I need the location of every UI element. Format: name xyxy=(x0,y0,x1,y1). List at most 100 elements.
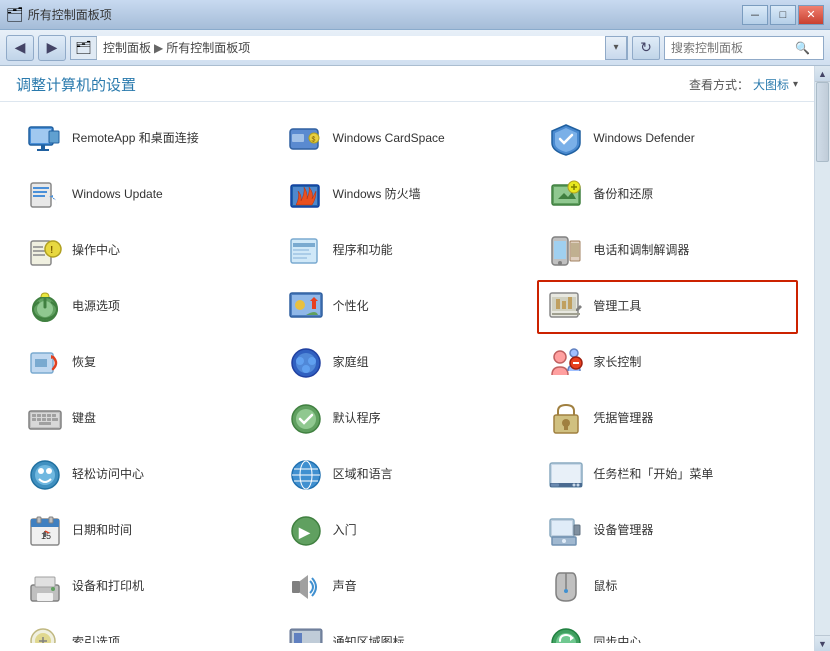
icon-item-keyboard[interactable]: 键盘 xyxy=(16,392,277,446)
scroll-up-button[interactable]: ▲ xyxy=(815,66,830,82)
notification-area-icon xyxy=(287,624,325,643)
icon-item-backup-restore[interactable]: 备份和还原 xyxy=(537,168,798,222)
personalization-label: 个性化 xyxy=(333,299,369,315)
keyboard-icon xyxy=(26,400,64,438)
icon-item-device-manager[interactable]: 设备管理器 xyxy=(537,504,798,558)
page-title: 调整计算机的设置 xyxy=(16,74,136,95)
icon-item-sync-center[interactable]: 同步中心 xyxy=(537,616,798,643)
close-button[interactable]: ✕ xyxy=(798,5,824,25)
scroll-down-button[interactable]: ▼ xyxy=(815,635,830,651)
windows-update-icon xyxy=(26,176,64,214)
icon-item-mouse[interactable]: 鼠标 xyxy=(537,560,798,614)
breadcrumb: 控制面板 ▶ 所有控制面板项 xyxy=(97,36,605,60)
devices-printers-label: 设备和打印机 xyxy=(72,579,144,595)
windows-cardspace-label: Windows CardSpace xyxy=(333,131,445,147)
indexing-options-icon xyxy=(26,624,64,643)
icon-item-taskbar-start[interactable]: 任务栏和「开始」菜单 xyxy=(537,448,798,502)
title-bar-controls: － □ ✕ xyxy=(742,5,824,25)
icon-item-indexing-options[interactable]: 索引选项 xyxy=(16,616,277,643)
windows-firewall-icon xyxy=(287,176,325,214)
main-content: 调整计算机的设置 查看方式： 大图标 ▾ RemoteApp 和桌面连接 $ Win… xyxy=(0,66,830,651)
homegroup-label: 家庭组 xyxy=(333,355,369,371)
icon-item-sound[interactable]: 声音 xyxy=(277,560,538,614)
address-dropdown[interactable]: ▾ xyxy=(605,36,627,60)
scrollbar: ▲ ▼ xyxy=(814,66,830,651)
recovery-icon xyxy=(26,344,64,382)
device-manager-icon xyxy=(547,512,585,550)
title-bar-icon: 🗂 xyxy=(6,6,24,23)
icon-item-getting-started[interactable]: ▶ 入门 xyxy=(277,504,538,558)
icon-item-default-programs[interactable]: 默认程序 xyxy=(277,392,538,446)
windows-firewall-label: Windows 防火墙 xyxy=(333,187,421,203)
backup-restore-label: 备份和还原 xyxy=(593,187,653,203)
icon-item-remote-app[interactable]: RemoteApp 和桌面连接 xyxy=(16,112,277,166)
windows-defender-label: Windows Defender xyxy=(593,131,694,147)
icons-grid: RemoteApp 和桌面连接 $ Windows CardSpace Windows… xyxy=(0,102,814,643)
icon-item-credential-manager[interactable]: 凭据管理器 xyxy=(537,392,798,446)
content-header: 调整计算机的设置 查看方式： 大图标 ▾ xyxy=(0,66,814,102)
back-button[interactable]: ◀ xyxy=(6,35,34,61)
icon-item-region-language[interactable]: 区域和语言 xyxy=(277,448,538,502)
taskbar-start-icon xyxy=(547,456,585,494)
title-bar-label: 所有控制面板项 xyxy=(28,6,112,23)
parental-controls-label: 家长控制 xyxy=(593,355,641,371)
power-options-icon xyxy=(26,288,64,326)
icon-item-programs-features[interactable]: 程序和功能 xyxy=(277,224,538,278)
ease-access-label: 轻松访问中心 xyxy=(72,467,144,483)
icon-item-phone-modem[interactable]: 电话和调制解调器 xyxy=(537,224,798,278)
icon-item-ease-access[interactable]: 轻松访问中心 xyxy=(16,448,277,502)
forward-button[interactable]: ▶ xyxy=(38,35,66,61)
search-input[interactable] xyxy=(671,41,791,55)
icon-item-windows-firewall[interactable]: Windows 防火墙 xyxy=(277,168,538,222)
svg-text:15: 15 xyxy=(41,531,51,541)
refresh-button[interactable]: ↻ xyxy=(632,36,660,60)
keyboard-label: 键盘 xyxy=(72,411,96,427)
icon-item-admin-tools[interactable]: 管理工具 xyxy=(537,280,798,334)
scroll-thumb[interactable] xyxy=(816,82,829,162)
icon-item-windows-defender[interactable]: Windows Defender xyxy=(537,112,798,166)
svg-text:$: $ xyxy=(311,137,315,144)
minimize-button[interactable]: － xyxy=(742,5,768,25)
admin-tools-label: 管理工具 xyxy=(593,299,641,315)
remote-app-label: RemoteApp 和桌面连接 xyxy=(72,131,199,147)
getting-started-label: 入门 xyxy=(333,523,357,539)
phone-modem-icon xyxy=(547,232,585,270)
recovery-label: 恢复 xyxy=(72,355,96,371)
icon-item-homegroup[interactable]: 家庭组 xyxy=(277,336,538,390)
icon-item-parental-controls[interactable]: 家长控制 xyxy=(537,336,798,390)
icon-item-power-options[interactable]: 电源选项 xyxy=(16,280,277,334)
icon-item-date-time[interactable]: 15日期和时间 xyxy=(16,504,277,558)
svg-text:!: ! xyxy=(50,245,53,256)
content-area: 调整计算机的设置 查看方式： 大图标 ▾ RemoteApp 和桌面连接 $ Win… xyxy=(0,66,814,651)
backup-restore-icon xyxy=(547,176,585,214)
default-programs-label: 默认程序 xyxy=(333,411,381,427)
icon-item-notification-area[interactable]: 通知区域图标 xyxy=(277,616,538,643)
windows-cardspace-icon: $ xyxy=(287,120,325,158)
sync-center-icon xyxy=(547,624,585,643)
ease-access-icon xyxy=(26,456,64,494)
sound-icon xyxy=(287,568,325,606)
remote-app-icon xyxy=(26,120,64,158)
icon-item-action-center[interactable]: ! 操作中心 xyxy=(16,224,277,278)
title-bar: 🗂 所有控制面板项 － □ ✕ xyxy=(0,0,830,30)
search-box: 🔍 xyxy=(664,36,824,60)
action-center-label: 操作中心 xyxy=(72,243,120,259)
action-center-icon: ! xyxy=(26,232,64,270)
maximize-button[interactable]: □ xyxy=(770,5,796,25)
icon-item-windows-update[interactable]: Windows Update xyxy=(16,168,277,222)
region-language-label: 区域和语言 xyxy=(333,467,393,483)
sound-label: 声音 xyxy=(333,579,357,595)
mouse-icon xyxy=(547,568,585,606)
icon-item-recovery[interactable]: 恢复 xyxy=(16,336,277,390)
region-language-icon xyxy=(287,456,325,494)
taskbar-start-label: 任务栏和「开始」菜单 xyxy=(593,467,713,483)
sync-center-label: 同步中心 xyxy=(593,635,641,643)
address-bar: ◀ ▶ 🗂 控制面板 ▶ 所有控制面板项 ▾ ↻ 🔍 xyxy=(0,30,830,66)
icon-item-personalization[interactable]: 个性化 xyxy=(277,280,538,334)
svg-text:▶: ▶ xyxy=(298,524,311,540)
icon-item-devices-printers[interactable]: 设备和打印机 xyxy=(16,560,277,614)
power-options-label: 电源选项 xyxy=(72,299,120,315)
admin-tools-icon xyxy=(547,288,585,326)
icon-item-windows-cardspace[interactable]: $ Windows CardSpace xyxy=(277,112,538,166)
date-time-icon: 15 xyxy=(26,512,64,550)
